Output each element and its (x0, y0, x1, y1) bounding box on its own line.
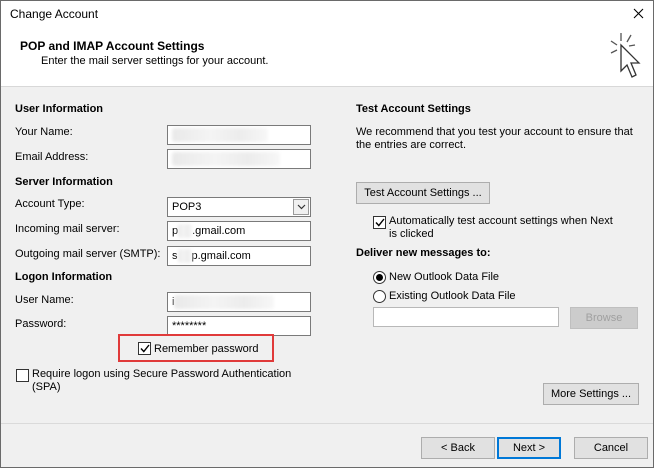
auto-test-label-line2: is clicked (389, 228, 434, 240)
incoming-server-input[interactable]: p .gmail.com (167, 221, 311, 241)
incoming-server-suffix: .gmail.com (192, 225, 246, 237)
username-input[interactable]: i (167, 292, 311, 312)
footer-divider (1, 423, 653, 424)
next-button[interactable]: Next > (497, 437, 561, 459)
close-icon (633, 8, 643, 18)
change-account-dialog: Change Account POP and IMAP Account Sett… (0, 0, 654, 468)
title-bar: Change Account (1, 1, 653, 27)
cancel-button[interactable]: Cancel (574, 437, 648, 459)
spa-label-line2: (SPA) (32, 381, 61, 393)
checkmark-icon (139, 344, 150, 353)
email-input[interactable] (167, 149, 311, 169)
redacted-email (172, 152, 280, 166)
your-name-label: Your Name: (15, 126, 73, 138)
test-account-settings-button[interactable]: Test Account Settings ... (356, 182, 490, 204)
remember-password-checkbox[interactable] (138, 342, 151, 355)
incoming-server-label: Incoming mail server: (15, 223, 120, 235)
outgoing-server-input[interactable]: s p.gmail.com (167, 246, 311, 266)
password-input[interactable]: ******** (167, 316, 311, 336)
logon-info-section: Logon Information (15, 271, 113, 283)
test-description-line1: We recommend that you test your account … (356, 126, 633, 138)
user-info-section: User Information (15, 103, 104, 115)
dropdown-arrow[interactable] (293, 199, 309, 215)
redacted-username (174, 295, 275, 309)
your-name-input[interactable] (167, 125, 311, 145)
auto-test-checkbox[interactable] (373, 216, 386, 229)
test-description-line2: the entries are correct. (356, 139, 467, 151)
outgoing-server-suffix: p.gmail.com (191, 250, 251, 262)
account-type-value: POP3 (172, 201, 202, 213)
new-data-file-label: New Outlook Data File (389, 271, 500, 283)
redacted-outgoing (177, 249, 192, 263)
password-label: Password: (15, 318, 67, 330)
header-title: POP and IMAP Account Settings (20, 39, 205, 53)
deliver-section: Deliver new messages to: (356, 247, 491, 259)
redacted-incoming (178, 224, 193, 238)
checkmark-icon (374, 218, 385, 227)
more-settings-button[interactable]: More Settings ... (543, 383, 639, 405)
username-label: User Name: (15, 294, 74, 306)
data-file-path-input[interactable] (373, 307, 559, 327)
header-subtitle: Enter the mail server settings for your … (41, 55, 269, 67)
new-data-file-radio[interactable] (373, 271, 386, 284)
dialog-header: POP and IMAP Account Settings Enter the … (1, 27, 653, 87)
account-type-label: Account Type: (15, 198, 85, 210)
outgoing-server-prefix: s (172, 250, 178, 262)
server-info-section: Server Information (15, 176, 113, 188)
existing-data-file-radio[interactable] (373, 290, 386, 303)
close-button[interactable] (627, 2, 649, 24)
browse-button[interactable]: Browse (570, 307, 638, 329)
remember-password-label: Remember password (154, 343, 259, 355)
window-title: Change Account (10, 7, 99, 21)
spa-label-line1: Require logon using Secure Password Auth… (32, 368, 292, 380)
existing-data-file-label: Existing Outlook Data File (389, 290, 516, 302)
account-type-select[interactable]: POP3 (167, 197, 311, 217)
back-button[interactable]: < Back (421, 437, 495, 459)
outgoing-server-label: Outgoing mail server (SMTP): (15, 248, 161, 260)
wizard-cursor-icon (610, 33, 641, 78)
test-settings-section: Test Account Settings (356, 103, 471, 115)
spa-checkbox[interactable] (16, 369, 29, 382)
redacted-name (172, 128, 268, 142)
auto-test-label-line1: Automatically test account settings when… (389, 215, 613, 227)
email-label: Email Address: (15, 151, 89, 163)
chevron-down-icon (297, 204, 305, 210)
